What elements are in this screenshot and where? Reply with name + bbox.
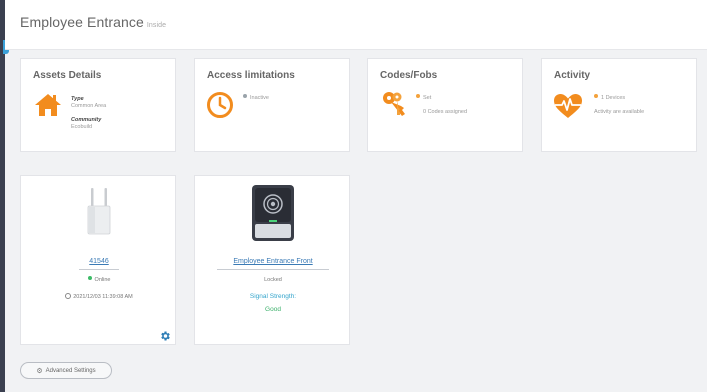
- gateway-status: Online: [21, 276, 177, 283]
- clock-small-icon: [65, 293, 72, 299]
- activity-status-text: 1 Devices: [601, 95, 626, 101]
- page-title: Employee Entrance Inside: [20, 14, 166, 30]
- codes-fobs-title: Codes/Fobs: [380, 70, 438, 81]
- activity-card: Activity 1 Devices Activity are availabl…: [541, 58, 697, 152]
- access-limitations-card: Access limitations Inactive: [194, 58, 350, 152]
- device-name-divider: [217, 269, 329, 270]
- activity-title: Activity: [554, 70, 591, 81]
- gateway-timestamp: 2021/12/03 11:39:08 AM: [21, 293, 177, 300]
- codes-fobs-card: Codes/Fobs Set 0 Codes assigned: [367, 58, 523, 152]
- page-title-text: Employee Entrance: [20, 14, 144, 30]
- smart-lock-icon: [252, 185, 294, 241]
- gear-icon[interactable]: [159, 330, 171, 342]
- page-header: Employee Entrance Inside: [5, 0, 707, 50]
- asset-type-value: Common Area: [71, 103, 107, 109]
- assets-details-card: Assets Details Type Common Area Communit…: [20, 58, 176, 152]
- asset-type-label: Type: [71, 96, 84, 102]
- gateway-router-icon: [87, 188, 111, 235]
- settings-small-icon: ⚙: [36, 367, 43, 375]
- codes-status: Set: [416, 94, 431, 102]
- asset-community-value: Ecobuild: [71, 124, 93, 130]
- asset-community-label: Community: [71, 117, 102, 123]
- keys-icon: [383, 92, 405, 116]
- set-dot: [416, 94, 420, 98]
- gateway-status-text: Online: [94, 277, 111, 283]
- access-limitations-title: Access limitations: [207, 70, 295, 81]
- activity-status: 1 Devices: [594, 94, 625, 102]
- inactive-dot: [243, 94, 247, 98]
- access-status: Inactive: [243, 94, 269, 102]
- signal-strength-value: Good: [265, 306, 281, 313]
- assets-details-title: Assets Details: [33, 70, 102, 81]
- left-sidebar-rail: [0, 0, 5, 392]
- device-name-lock[interactable]: Employee Entrance Front: [195, 258, 351, 265]
- asset-type: Type Common Area: [71, 96, 106, 110]
- signal-strength-label: Signal Strength:: [249, 293, 297, 300]
- home-icon: [35, 94, 61, 116]
- activity-note: Activity are available: [594, 109, 645, 115]
- codes-note: 0 Codes assigned: [423, 109, 468, 115]
- clock-icon: [207, 92, 233, 118]
- advanced-settings-label: Advanced Settings: [45, 367, 96, 374]
- online-dot: [87, 276, 92, 280]
- devices-dot: [594, 94, 598, 98]
- codes-status-text: Set: [423, 95, 432, 101]
- device-card-lock[interactable]: Employee Entrance Front Locked Signal St…: [194, 175, 350, 345]
- access-status-text: Inactive: [250, 95, 269, 101]
- device-card-gateway[interactable]: 41546 Online 2021/12/03 11:39:08 AM: [20, 175, 176, 345]
- page-subtitle: Inside: [146, 22, 167, 29]
- asset-community: Community Ecobuild: [71, 117, 101, 131]
- lock-state: Locked: [264, 277, 282, 283]
- gateway-timestamp-text: 2021/12/03 11:39:08 AM: [73, 294, 133, 300]
- device-name-divider: [79, 269, 119, 270]
- heartbeat-icon: [554, 94, 582, 118]
- device-name-gateway[interactable]: 41546: [21, 258, 177, 265]
- advanced-settings-button[interactable]: ⚙ Advanced Settings: [20, 362, 112, 379]
